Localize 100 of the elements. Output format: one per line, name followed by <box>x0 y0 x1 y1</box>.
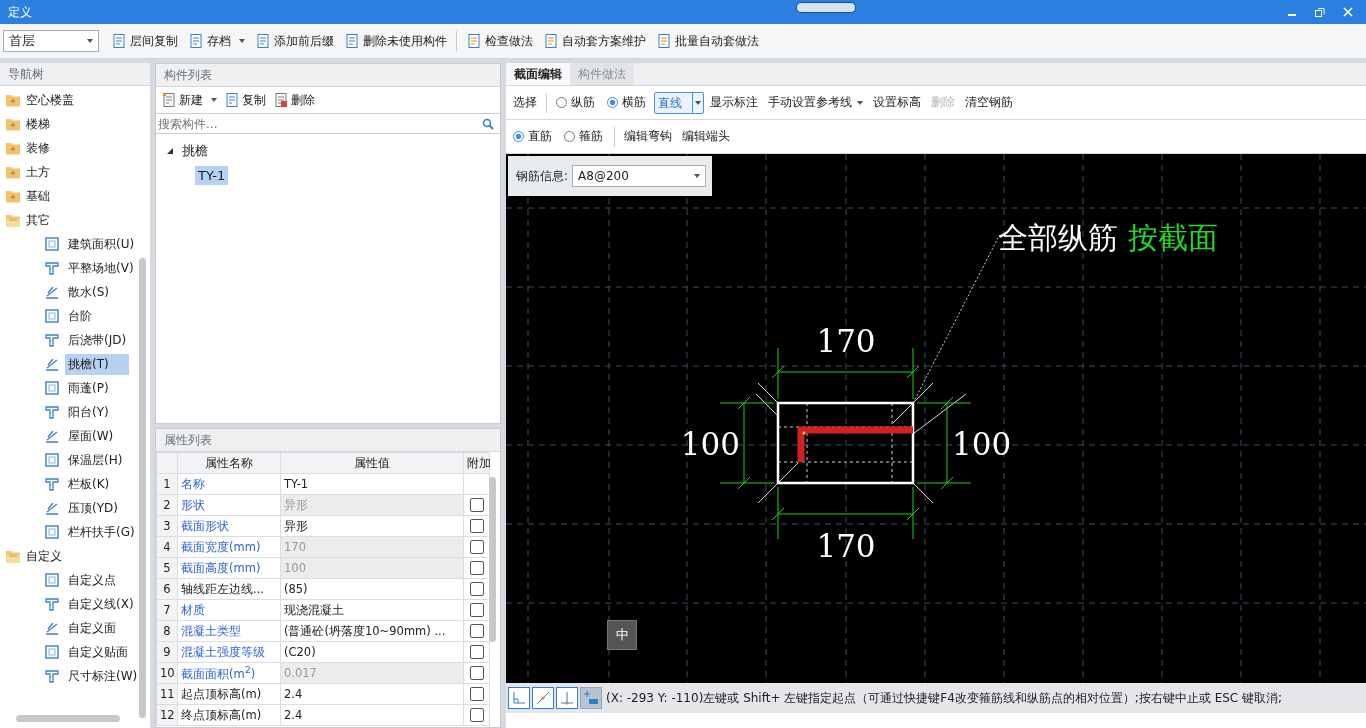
toolbar-button[interactable]: 删除未使用构件 <box>340 30 451 52</box>
element-icon <box>44 260 60 276</box>
table-cell: 截面宽度(mm) <box>177 536 281 558</box>
tree-item[interactable]: 阳台(Y) <box>65 401 112 423</box>
radio-button[interactable]: 直筋 <box>509 128 558 145</box>
toolbar-button[interactable]: 编辑端头 <box>678 125 734 148</box>
tree-item[interactable]: 建筑面积(U) <box>65 233 138 255</box>
tree-item[interactable]: 尺寸标注(W) <box>65 665 141 687</box>
table-cell[interactable]: (85) <box>280 578 464 600</box>
tree-item[interactable]: 栏板(K) <box>65 473 113 495</box>
checkbox[interactable] <box>469 561 484 576</box>
checkbox[interactable] <box>469 603 484 618</box>
row-number: 5 <box>156 557 178 579</box>
perpendicular-icon <box>559 690 575 706</box>
restore-icon[interactable] <box>1314 6 1326 18</box>
checkbox[interactable] <box>469 624 484 639</box>
toolbar-button[interactable]: 检查做法 <box>462 30 537 52</box>
close-icon[interactable] <box>1342 6 1354 18</box>
table-cell[interactable]: 异形 <box>280 515 464 537</box>
toolbar-button[interactable]: 批量自动套做法 <box>652 30 763 52</box>
checkbox[interactable] <box>469 645 484 660</box>
radio-button[interactable]: 横筋 <box>603 94 652 111</box>
tree-item[interactable]: 雨蓬(P) <box>65 377 112 399</box>
tree-item[interactable]: 土方 <box>0 160 150 184</box>
element-icon <box>44 236 60 252</box>
table-cell[interactable]: (普通砼(坍落度10~90mm) ... <box>280 620 464 642</box>
toolbar-button[interactable]: 选择 <box>509 91 541 114</box>
tree-item[interactable]: 自定义面 <box>65 617 119 639</box>
radio-circle[interactable] <box>607 97 618 108</box>
toolbar-button[interactable]: 删除 <box>270 89 319 111</box>
checkbox[interactable] <box>469 708 484 723</box>
tree-item[interactable]: 楼梯 <box>0 112 150 136</box>
tree-item[interactable]: 保温层(H) <box>65 449 126 471</box>
checkbox[interactable] <box>469 519 484 534</box>
element-icon <box>44 476 60 492</box>
center-button[interactable]: 中 <box>607 620 637 650</box>
toolbar-button[interactable]: 层间复制 <box>107 30 182 52</box>
checkbox[interactable] <box>469 540 484 555</box>
radio-circle[interactable] <box>556 97 567 108</box>
tree-item[interactable]: 平整场地(V) <box>65 257 137 279</box>
checkbox[interactable] <box>469 582 484 597</box>
menu-button[interactable]: 手动设置参考线 <box>764 91 867 114</box>
radio-button[interactable]: 箍筋 <box>560 128 609 145</box>
search-icon[interactable] <box>482 117 494 130</box>
tab[interactable]: 截面编辑 <box>506 63 570 85</box>
tree-item[interactable]: 挑檐 <box>182 142 208 160</box>
toolbar-button[interactable]: 显示标注 <box>706 91 762 114</box>
snap-tool-button[interactable] <box>508 687 530 709</box>
scrollbar[interactable] <box>139 258 146 718</box>
tree-item[interactable]: 自定义贴面 <box>65 641 131 663</box>
radio-circle[interactable] <box>564 131 575 142</box>
snap-tool-button[interactable] <box>580 687 602 709</box>
table-cell[interactable]: 现浇混凝土 <box>280 599 464 621</box>
new-document-icon <box>162 92 176 108</box>
toolbar-button[interactable]: 自动套方案维护 <box>539 30 650 52</box>
line-type-dropdown[interactable]: 直线 <box>654 91 704 114</box>
tree-item[interactable]: 空心楼盖 <box>0 88 150 112</box>
collapse-icon[interactable] <box>166 147 174 155</box>
scrollbar[interactable] <box>16 715 120 722</box>
radio-circle[interactable] <box>513 131 524 142</box>
toolbar-button[interactable]: 编辑弯钩 <box>620 125 676 148</box>
toolbar-button[interactable]: 复制 <box>221 89 270 111</box>
table-cell[interactable]: 2.4 <box>280 683 464 705</box>
toolbar-button[interactable]: 新建 <box>158 89 221 111</box>
toolbar-button[interactable]: 添加前后缀 <box>251 30 338 52</box>
table-cell[interactable]: 2.4 <box>280 704 464 726</box>
tree-item[interactable]: 后浇带(JD) <box>65 329 130 351</box>
snap-tool-button[interactable] <box>556 687 578 709</box>
tree-item[interactable]: 自定义点 <box>65 569 119 591</box>
radio-label: 纵筋 <box>571 94 595 111</box>
tree-item[interactable]: 自定义 <box>0 544 150 568</box>
corner-icon <box>511 690 527 706</box>
table-cell[interactable]: (C20) <box>280 641 464 663</box>
tree-item[interactable]: 基础 <box>0 184 150 208</box>
checkbox[interactable] <box>469 687 484 702</box>
tree-item[interactable]: 散水(S) <box>65 281 112 303</box>
rebar-info-select[interactable]: A8@200 <box>572 165 707 187</box>
tree-item[interactable]: 屋面(W) <box>65 425 117 447</box>
row-number: 12 <box>156 704 178 726</box>
tree-item[interactable]: TY-1 <box>195 165 229 185</box>
snap-tool-button[interactable] <box>532 687 554 709</box>
table-cell[interactable]: TY-1 <box>280 473 464 495</box>
floor-select[interactable]: 首层 <box>3 30 99 52</box>
drawing-canvas[interactable]: 170 170 100 100 全部纵筋 按截面 钢筋信息: A8@200 中 <box>506 154 1366 683</box>
toolbar-button[interactable]: 存档 <box>184 30 249 52</box>
search-field[interactable]: 搜索构件... <box>158 116 482 131</box>
tree-item[interactable]: 压顶(YD) <box>65 497 121 519</box>
tree-item[interactable]: 装修 <box>0 136 150 160</box>
checkbox[interactable] <box>469 498 484 513</box>
tree-item[interactable]: 其它 <box>0 208 150 232</box>
tree-item[interactable]: 挑檐(T) <box>65 353 129 375</box>
tree-item[interactable]: 自定义线(X) <box>65 593 137 615</box>
checkbox[interactable] <box>469 666 484 681</box>
scrollbar[interactable] <box>489 477 496 642</box>
tree-item[interactable]: 台阶 <box>65 305 95 327</box>
toolbar-button[interactable]: 设置标高 <box>869 91 925 114</box>
tree-item[interactable]: 栏杆扶手(G) <box>65 521 138 543</box>
toolbar-button[interactable]: 清空钢筋 <box>961 91 1017 114</box>
drag-handle[interactable] <box>796 2 856 13</box>
radio-button[interactable]: 纵筋 <box>552 94 601 111</box>
